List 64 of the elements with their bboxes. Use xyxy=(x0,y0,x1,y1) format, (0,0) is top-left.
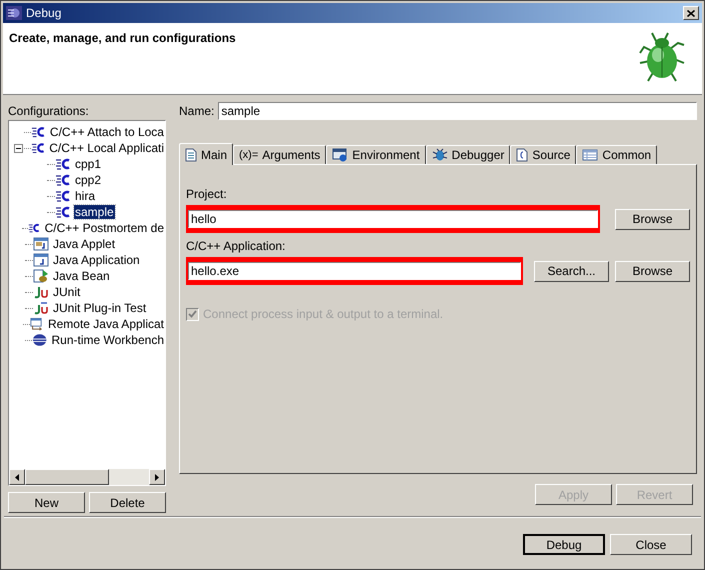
close-icon xyxy=(687,10,695,16)
window-j-icon xyxy=(33,253,49,267)
tab[interactable]: (x)= Arguments xyxy=(233,145,326,164)
name-label: Name: xyxy=(179,103,214,120)
tree-item[interactable]: JUnit Plug-in Test xyxy=(52,301,148,315)
bean-icon xyxy=(33,269,49,283)
tree-item[interactable]: Java Bean xyxy=(52,269,111,283)
tree-item[interactable]: Remote Java Applicat xyxy=(46,317,165,331)
source-icon xyxy=(516,148,528,162)
tab[interactable]: Common xyxy=(576,145,658,164)
tree-item[interactable]: Run-time Workbench xyxy=(50,333,165,347)
push-button[interactable]: Browse xyxy=(615,260,690,282)
tree-item[interactable]: sample xyxy=(74,205,115,219)
push-button[interactable]: Debug xyxy=(523,534,605,555)
name-field[interactable]: sample xyxy=(218,102,697,120)
tree-item[interactable]: C/C++ Postmortem de xyxy=(44,221,165,235)
environment-icon xyxy=(332,148,348,162)
applet-icon xyxy=(33,237,49,251)
c-config-icon xyxy=(55,173,71,187)
tree-item[interactable]: JUnit xyxy=(52,285,82,299)
push-button[interactable]: Delete xyxy=(89,492,166,513)
c-config-icon xyxy=(31,125,46,139)
variable-icon: (x)= xyxy=(239,146,258,164)
project-label: Project: xyxy=(186,186,228,203)
document-icon xyxy=(185,148,197,162)
c-config-icon xyxy=(55,189,71,203)
tree-item[interactable]: Java Application xyxy=(52,253,141,267)
push-button[interactable]: Search... xyxy=(534,260,609,282)
right-arrow-icon xyxy=(155,474,159,480)
remote-window-icon xyxy=(30,317,44,331)
tab[interactable]: Source xyxy=(510,145,576,164)
tree-item[interactable]: cpp2 xyxy=(74,173,102,187)
check-icon xyxy=(188,310,197,318)
tree-item[interactable]: cpp1 xyxy=(74,157,102,171)
app-icon xyxy=(6,6,22,20)
collapse-icon[interactable] xyxy=(14,144,23,152)
ju-icon xyxy=(33,285,49,299)
text-field[interactable]: hello.exe xyxy=(188,262,521,280)
ju-plug-icon xyxy=(33,301,49,315)
left-arrow-icon xyxy=(15,474,19,480)
c-config-icon xyxy=(30,141,46,155)
c-config-icon xyxy=(28,221,41,235)
sphere-icon xyxy=(32,333,48,347)
close-button[interactable] xyxy=(683,6,699,20)
tab[interactable]: Debugger xyxy=(426,145,510,164)
tree-item[interactable]: C/C++ Local Applicati xyxy=(48,141,165,155)
push-button[interactable]: Browse xyxy=(615,208,690,230)
bug-icon xyxy=(432,148,448,162)
horizontal-scrollbar[interactable] xyxy=(9,469,165,485)
push-button[interactable]: Close xyxy=(610,534,692,555)
table-icon xyxy=(582,148,598,162)
c-config-icon xyxy=(55,157,71,171)
window-title: Debug xyxy=(26,5,62,22)
tab[interactable]: Environment xyxy=(326,145,426,164)
tree-item[interactable]: hira xyxy=(74,189,96,203)
tab[interactable]: Main xyxy=(179,143,234,165)
text-field[interactable]: hello xyxy=(188,210,598,228)
tree-item[interactable]: Java Applet xyxy=(52,237,116,251)
push-button[interactable]: New xyxy=(8,492,85,513)
header-title: Create, manage, and run configurations xyxy=(9,30,236,47)
configurations-label: Configurations: xyxy=(8,103,90,118)
c-config-icon xyxy=(55,205,71,219)
tree-item[interactable]: C/C++ Attach to Loca xyxy=(48,125,165,139)
application-label: C/C++ Application: xyxy=(186,238,286,255)
